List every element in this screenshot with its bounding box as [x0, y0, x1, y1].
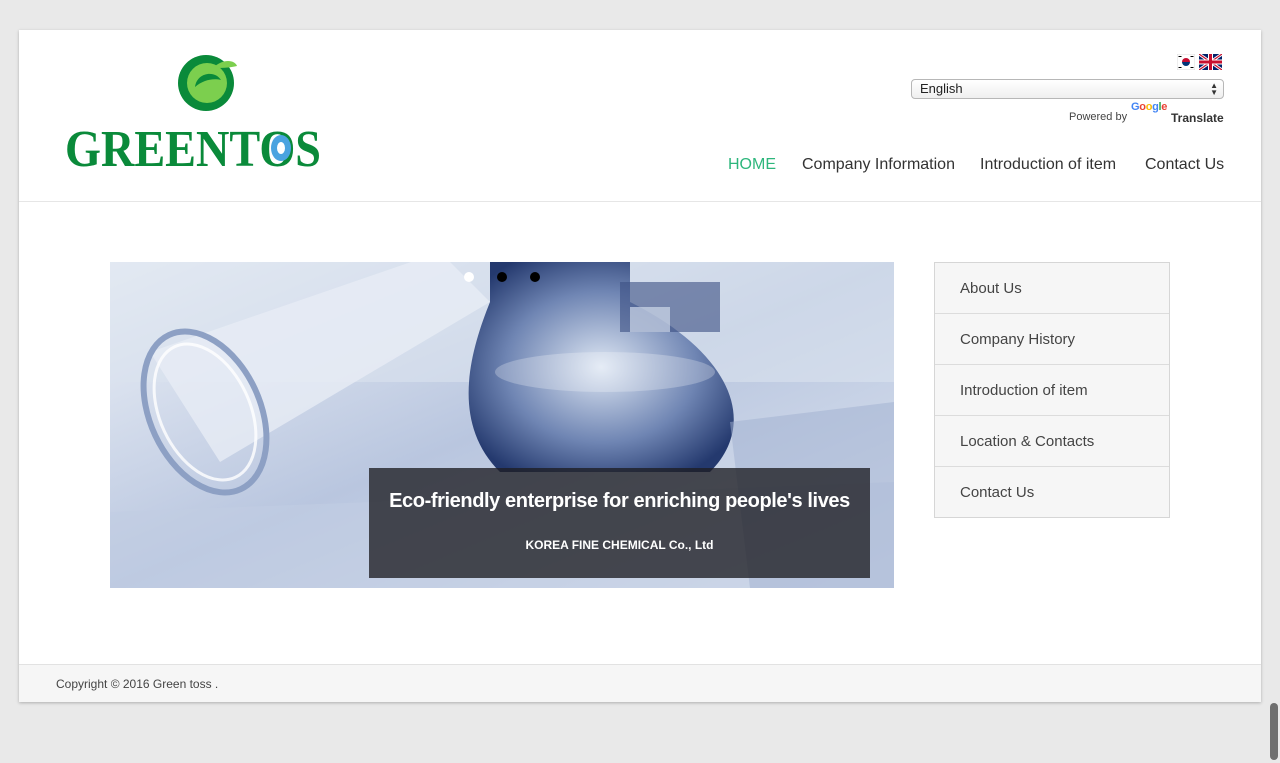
side-item-location-contacts[interactable]: Location & Contacts	[935, 416, 1169, 467]
slider-dot-3[interactable]	[530, 272, 540, 282]
hero-slider[interactable]: Eco-friendly enterprise for enriching pe…	[110, 262, 894, 588]
language-select[interactable]: English ▲ ▼	[911, 79, 1224, 99]
korean-flag-icon[interactable]	[1176, 53, 1196, 71]
side-menu: About Us Company History Introduction of…	[934, 262, 1170, 518]
side-item-about-us[interactable]: About Us	[935, 263, 1169, 314]
slide-title: Eco-friendly enterprise for enriching pe…	[389, 490, 850, 512]
side-item-contact-us[interactable]: Contact Us	[935, 467, 1169, 518]
site-header: GREENTOS English ▲ ▼ Powered by Google T…	[19, 30, 1261, 202]
site-footer: Copyright © 2016 Green toss .	[19, 664, 1261, 702]
slider-dot-1[interactable]	[464, 272, 474, 282]
google-translate-credit: Powered by Google Translate	[1029, 101, 1224, 125]
copyright-text: Copyright © 2016 Green toss .	[56, 677, 219, 691]
uk-flag-icon[interactable]	[1198, 52, 1223, 72]
greentos-logo[interactable]: GREENTOS	[63, 50, 325, 178]
powered-by-label: Powered by	[1069, 111, 1128, 123]
nav-contact-us[interactable]: Contact Us	[1145, 156, 1224, 174]
select-arrows-icon: ▲ ▼	[1210, 81, 1218, 97]
side-item-company-history[interactable]: Company History	[935, 314, 1169, 365]
google-logo[interactable]: Google	[1131, 101, 1167, 113]
page-container: GREENTOS English ▲ ▼ Powered by Google T…	[19, 30, 1261, 702]
translate-link[interactable]: Translate	[1171, 111, 1224, 125]
scrollbar-thumb[interactable]	[1270, 703, 1278, 760]
nav-home[interactable]: HOME	[728, 156, 776, 174]
nav-company-information[interactable]: Company Information	[802, 156, 955, 174]
slide-caption: Eco-friendly enterprise for enriching pe…	[369, 468, 870, 578]
language-select-value: English	[920, 81, 963, 96]
slider-dot-2[interactable]	[497, 272, 507, 282]
side-item-introduction-of-item[interactable]: Introduction of item	[935, 365, 1169, 416]
slide-subtitle: KOREA FINE CHEMICAL Co., Ltd	[525, 538, 714, 552]
nav-introduction-of-item[interactable]: Introduction of item	[980, 156, 1116, 174]
